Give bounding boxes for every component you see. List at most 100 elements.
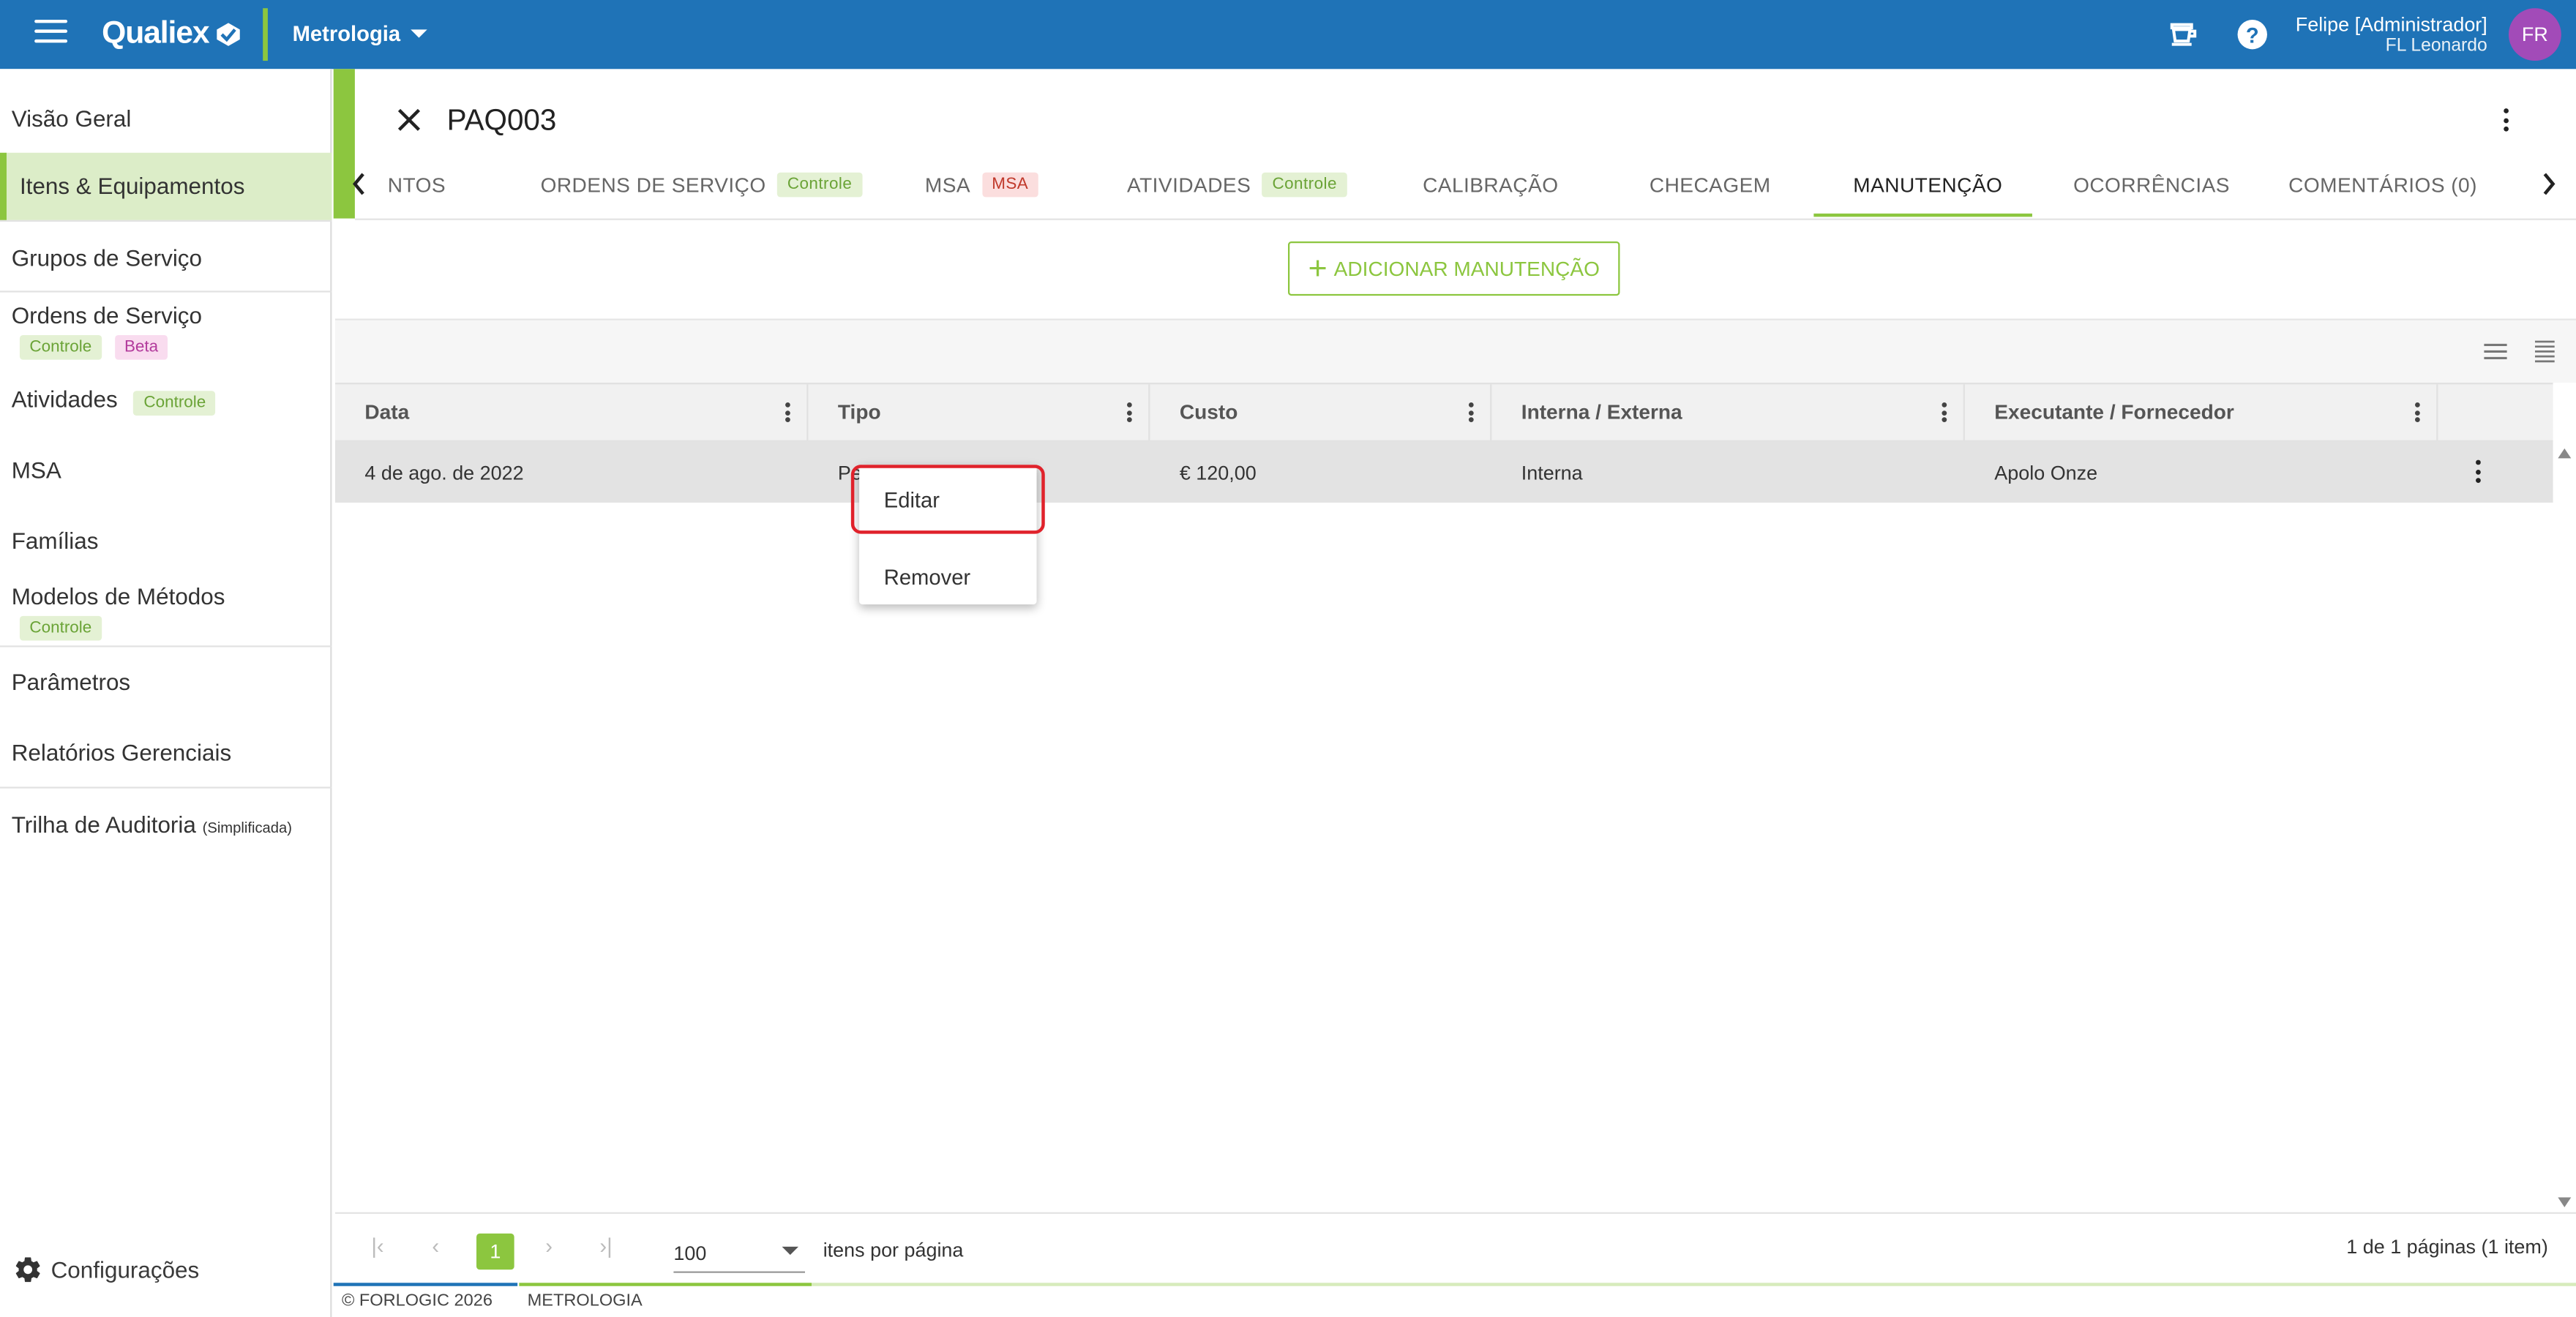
tab-ordens-servico[interactable]: ORDENS DE SERVIÇO Controle (541, 151, 862, 219)
tab-manutencao[interactable]: MANUTENÇÃO (1853, 151, 2002, 219)
sidebar-item-label: Atividades (11, 386, 118, 413)
module-label: Metrologia (292, 21, 401, 46)
page-info: 1 de 1 páginas (1 item) (2346, 1235, 2548, 1258)
tag-controle: Controle (1262, 172, 1347, 198)
settings-button[interactable]: Configurações (13, 1255, 199, 1284)
grid-toolbar (334, 318, 2576, 383)
column-menu-icon[interactable] (1468, 402, 1474, 422)
column-header-executante[interactable]: Executante / Fornecedor (1965, 384, 2438, 440)
tab-label: MSA (924, 173, 971, 197)
column-header-data[interactable]: Data (335, 384, 809, 440)
row-actions-icon[interactable] (2476, 459, 2481, 484)
sidebar-item-itens-equipamentos[interactable]: Itens & Equipamentos (0, 152, 332, 220)
sidebar-item-label: Relatórios Gerenciais (11, 739, 232, 766)
sidebar-item-grupos-servico[interactable]: Grupos de Serviço (0, 244, 332, 277)
active-tab-indicator (1813, 213, 2032, 217)
column-menu-icon[interactable] (2415, 402, 2420, 422)
sidebar-item-relatorios[interactable]: Relatórios Gerenciais (0, 739, 332, 772)
tag-controle: Controle (133, 391, 216, 416)
tag-controle: Controle (777, 172, 862, 198)
column-menu-icon[interactable] (1942, 402, 1947, 422)
tab-comentarios[interactable]: COMENTÁRIOS (0) (2288, 151, 2477, 219)
sidebar-item-modelos-metodos[interactable]: Modelos de Métodos Controle (0, 583, 332, 642)
compact-view-icon[interactable] (2534, 340, 2555, 363)
column-label: Interna / Externa (1521, 400, 1682, 424)
pager: |‹ ‹ 1 › ›| 100 itens por página 1 de 1 … (334, 1212, 2576, 1283)
column-menu-icon[interactable] (1127, 402, 1132, 422)
column-label: Tipo (837, 400, 881, 424)
close-icon[interactable] (394, 105, 424, 135)
menu-item-remover[interactable]: Remover (859, 552, 1036, 601)
user-info[interactable]: Felipe [Administrador] FL Leonardo (2295, 12, 2487, 57)
sidebar-item-label: Famílias (11, 527, 99, 554)
sidebar-item-label: Ordens de Serviço (11, 302, 203, 329)
scroll-down-icon[interactable] (2558, 1197, 2572, 1208)
tab-label: OCORRÊNCIAS (2073, 173, 2230, 197)
sidebar-item-msa[interactable]: MSA (0, 457, 332, 489)
chevron-left-icon[interactable] (350, 170, 370, 197)
first-page-icon[interactable]: |‹ (371, 1234, 383, 1258)
divider (0, 787, 332, 789)
sidebar-item-atividades[interactable]: Atividades Controle (0, 386, 332, 419)
column-header-interna-externa[interactable]: Interna / Externa (1491, 384, 1965, 440)
tab-label: NTOS (387, 173, 446, 197)
cell-interna: Interna (1521, 460, 1583, 484)
column-label: Data (364, 400, 410, 424)
next-page-icon[interactable]: › (545, 1234, 553, 1258)
grid-header: Data Tipo Custo Interna / Externa Execut… (334, 383, 2553, 442)
menu-icon[interactable] (34, 19, 68, 49)
settings-label: Configurações (50, 1256, 200, 1283)
cell-data: 4 de ago. de 2022 (364, 460, 524, 484)
list-view-icon[interactable] (2484, 342, 2507, 361)
tag-msa: MSA (981, 172, 1038, 198)
chevron-down-icon (782, 1246, 799, 1256)
sidebar-item-familias[interactable]: Famílias (0, 528, 332, 560)
footer-module: METROLOGIA (527, 1291, 643, 1311)
gear-icon (15, 1257, 40, 1283)
copyright: © FORLOGIC 2026 (341, 1291, 493, 1311)
user-name: Felipe [Administrador] (2295, 12, 2487, 37)
footer-bar (333, 1283, 518, 1286)
chevron-right-icon[interactable] (2538, 170, 2558, 197)
scroll-up-icon[interactable] (2558, 448, 2572, 459)
module-selector[interactable]: Metrologia (293, 21, 427, 46)
more-options-icon[interactable] (2494, 105, 2517, 135)
prev-page-icon[interactable]: ‹ (432, 1234, 439, 1258)
scrollbar[interactable] (2553, 442, 2576, 1211)
sidebar-item-label: Visão Geral (11, 105, 132, 132)
sidebar-item-ordens-servico[interactable]: Ordens de Serviço Controle Beta (0, 302, 332, 361)
tab-calibracao[interactable]: CALIBRAÇÃO (1423, 151, 1558, 219)
column-header-tipo[interactable]: Tipo (808, 384, 1150, 440)
table-row[interactable]: 4 de ago. de 2022 Periódica € 120,00 Int… (334, 441, 2553, 503)
tab-documentos[interactable]: NTOS (388, 151, 446, 219)
add-maintenance-button[interactable]: + ADICIONAR MANUTENÇÃO (1288, 241, 1620, 296)
app-logo[interactable]: Qualiex (102, 16, 242, 52)
svg-text:?: ? (2246, 24, 2259, 48)
footer-bar (811, 1283, 2576, 1286)
divider (0, 290, 332, 293)
tab-label: MANUTENÇÃO (1853, 173, 2003, 197)
sidebar-item-parametros[interactable]: Parâmetros (0, 669, 332, 702)
tag-controle: Controle (19, 334, 102, 360)
tab-msa[interactable]: MSA MSA (925, 151, 1038, 219)
column-menu-icon[interactable] (785, 402, 790, 422)
tab-checagem[interactable]: CHECAGEM (1650, 151, 1771, 219)
sidebar-item-trilha-auditoria[interactable]: Trilha de Auditoria (Simplificada) (0, 811, 332, 844)
tab-atividades[interactable]: ATIVIDADES Controle (1127, 151, 1347, 219)
sidebar-item-label: Parâmetros (11, 668, 131, 695)
avatar[interactable]: FR (2508, 8, 2561, 61)
page-number-current[interactable]: 1 (476, 1233, 514, 1270)
divider (0, 220, 332, 222)
last-page-icon[interactable]: ›| (599, 1234, 612, 1258)
help-icon[interactable]: ? (2236, 18, 2269, 51)
user-company: FL Leonardo (2385, 36, 2487, 56)
tab-ocorrencias[interactable]: OCORRÊNCIAS (2073, 151, 2230, 219)
column-header-custo[interactable]: Custo (1150, 384, 1492, 440)
footer-bar (519, 1283, 812, 1286)
chevron-down-icon (410, 29, 427, 38)
page-size-select[interactable]: 100 (673, 1234, 806, 1273)
page-title: PAQ003 (446, 103, 557, 137)
coffee-cup-icon[interactable] (2167, 18, 2200, 51)
sidebar-item-visao-geral[interactable]: Visão Geral (0, 105, 332, 138)
sidebar-item-label: Modelos de Métodos (11, 582, 225, 609)
